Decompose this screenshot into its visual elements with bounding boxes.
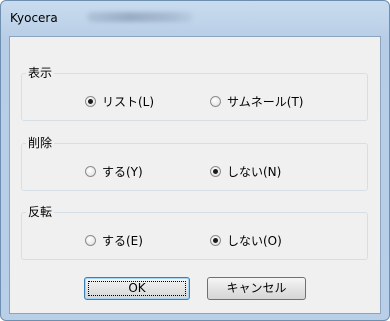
radio-delete-no[interactable]: しない(N) — [210, 163, 281, 180]
group-frame — [21, 212, 368, 260]
radio-button-icon — [210, 235, 221, 246]
cancel-button-label: キャンセル — [226, 281, 287, 295]
radio-label: リスト(L) — [102, 95, 155, 109]
group-label: 反転 — [26, 205, 55, 219]
dialog-body: 表示 リスト(L) サムネール(T) 削除 する(Y) しない(N) 反転 する… — [9, 36, 381, 314]
dialog-window: Kyocera 表示 リスト(L) サムネール(T) 削除 する(Y) しない(… — [0, 0, 390, 321]
radio-button-icon — [210, 96, 221, 107]
invert-group: 反転 する(E) しない(O) — [21, 205, 368, 260]
group-label: 表示 — [26, 66, 55, 80]
radio-invert-no[interactable]: しない(O) — [210, 232, 282, 249]
radio-thumbnail[interactable]: サムネール(T) — [210, 93, 303, 110]
radio-list[interactable]: リスト(L) — [85, 93, 154, 110]
title-bar[interactable]: Kyocera — [1, 1, 389, 35]
radio-delete-yes[interactable]: する(Y) — [85, 163, 143, 180]
group-frame — [21, 143, 368, 191]
display-group: 表示 リスト(L) サムネール(T) — [21, 66, 368, 121]
radio-label: しない(N) — [227, 165, 282, 179]
window-title: Kyocera — [10, 11, 58, 25]
radio-label: する(Y) — [102, 165, 143, 179]
radio-button-icon — [210, 166, 221, 177]
ok-button[interactable]: OK — [84, 277, 190, 300]
radio-label: サムネール(T) — [227, 95, 304, 109]
radio-button-icon — [85, 235, 96, 246]
focus-rectangle — [88, 281, 186, 296]
group-frame — [21, 73, 368, 121]
delete-group: 削除 する(Y) しない(N) — [21, 136, 368, 191]
radio-invert-yes[interactable]: する(E) — [85, 232, 143, 249]
radio-button-icon — [85, 166, 96, 177]
cancel-button[interactable]: キャンセル — [207, 277, 306, 300]
radio-label: しない(O) — [227, 234, 282, 248]
group-label: 削除 — [26, 136, 55, 150]
radio-label: する(E) — [102, 234, 143, 248]
radio-button-icon — [85, 96, 96, 107]
blurred-title-suffix — [87, 12, 193, 22]
